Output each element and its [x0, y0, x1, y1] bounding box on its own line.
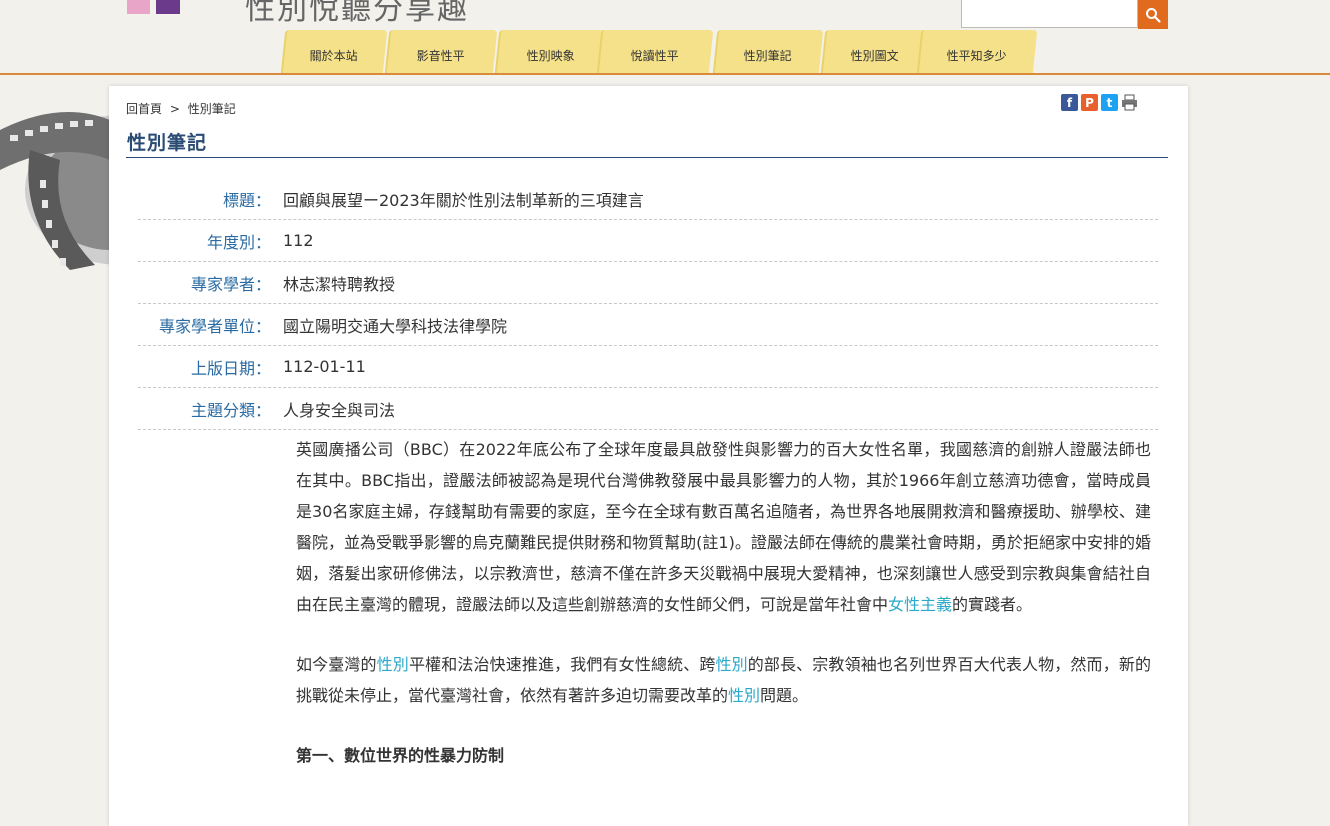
nav-tab-video[interactable]: 影音性平: [384, 30, 498, 74]
info-row-date: 上版日期： 112-01-11: [138, 346, 1158, 388]
keyword-link-gender[interactable]: 性別: [377, 655, 409, 674]
text-span: 問題。: [760, 686, 809, 705]
title-rule: [126, 157, 1168, 158]
print-icon[interactable]: [1121, 94, 1138, 111]
logo-square-pink: [127, 0, 150, 14]
info-value: 112: [283, 231, 314, 250]
keyword-link-gender[interactable]: 性別: [728, 686, 760, 705]
paragraph-2: 如今臺灣的性別平權和法治快速推進，我們有女性總統、跨性別的部長、宗教領袖也名列世…: [296, 649, 1151, 711]
info-label: 標題：: [222, 190, 271, 210]
text-span: 如今臺灣的: [296, 655, 377, 674]
site-header: 性別悅聽分享趣 關於本站 影音性平 性別映象 悅讀性平 性別筆記 性別圖文 性平…: [0, 0, 1330, 76]
info-row-affiliation: 專家學者單位： 國立陽明交通大學科技法律學院: [138, 304, 1158, 346]
breadcrumb-home-link[interactable]: 回首頁: [126, 102, 162, 116]
nav-tab-image[interactable]: 性別映象: [494, 30, 608, 74]
info-value: 人身安全與司法: [283, 400, 396, 420]
info-value: 林志潔特聘教授: [283, 274, 396, 294]
info-row-title: 標題： 回顧與展望ー2023年關於性別法制革新的三項建言: [138, 178, 1158, 220]
page-title: 性別筆記: [127, 132, 208, 154]
info-row-category: 主題分類： 人身安全與司法: [138, 388, 1158, 430]
nav-tab-notes[interactable]: 性別筆記: [712, 30, 824, 74]
site-title[interactable]: 性別悅聽分享趣: [245, 0, 469, 28]
info-label: 專家學者：: [190, 274, 271, 294]
facebook-share-icon[interactable]: f: [1061, 94, 1078, 111]
article-body: 英國廣播公司（BBC）在2022年底公布了全球年度最具啟發性與影響力的百大女性名…: [296, 434, 1151, 771]
paragraph-1: 英國廣播公司（BBC）在2022年底公布了全球年度最具啟發性與影響力的百大女性名…: [296, 434, 1151, 620]
breadcrumb-separator: >: [169, 102, 180, 116]
text-span: 平權和法治快速推進，我們有女性總統、跨: [408, 655, 716, 674]
search-icon: [1146, 7, 1161, 23]
text-span: 英國廣播公司（BBC）在2022年底公布了全球年度最具啟發性與影響力的百大女性名…: [296, 440, 1151, 614]
logo-square-purple: [156, 0, 180, 14]
info-value: 112-01-11: [283, 357, 366, 376]
info-label: 專家學者單位：: [158, 316, 271, 336]
share-bar: f P t: [1061, 94, 1138, 111]
info-label: 上版日期：: [190, 358, 271, 378]
section-heading-1: 第一、數位世界的性暴力防制: [296, 746, 505, 765]
nav-tab-reading[interactable]: 悅讀性平: [596, 30, 714, 74]
breadcrumb: 回首頁 > 性別筆記: [126, 100, 236, 117]
twitter-share-icon[interactable]: t: [1101, 94, 1118, 111]
search-button[interactable]: [1138, 0, 1168, 29]
info-label: 年度別：: [206, 232, 271, 252]
header-divider: [0, 73, 1330, 75]
info-value: 回顧與展望ー2023年關於性別法制革新的三項建言: [283, 190, 644, 210]
plurk-share-icon[interactable]: P: [1081, 94, 1098, 111]
nav-tab-about[interactable]: 關於本站: [280, 30, 388, 74]
info-row-year: 年度別： 112: [138, 220, 1158, 262]
breadcrumb-current: 性別筆記: [187, 102, 236, 116]
info-row-expert: 專家學者： 林志潔特聘教授: [138, 262, 1158, 304]
info-value: 國立陽明交通大學科技法律學院: [283, 316, 508, 336]
info-label: 主題分類：: [190, 400, 271, 420]
keyword-link-feminism[interactable]: 女性主義: [888, 595, 952, 614]
keyword-link-gender[interactable]: 性別: [715, 655, 747, 674]
nav-tab-quiz[interactable]: 性平知多少: [916, 30, 1038, 74]
article-info-table: 標題： 回顧與展望ー2023年關於性別法制革新的三項建言 年度別： 112 專家…: [138, 178, 1158, 430]
nav-tab-graphics[interactable]: 性別圖文: [820, 30, 930, 74]
search-input[interactable]: [961, 0, 1138, 28]
text-span: 的實踐者。: [952, 595, 1033, 614]
content-panel: 回首頁 > 性別筆記 f P t 性別筆記 標題： 回顧與展望ー2023年關於性…: [109, 86, 1188, 826]
